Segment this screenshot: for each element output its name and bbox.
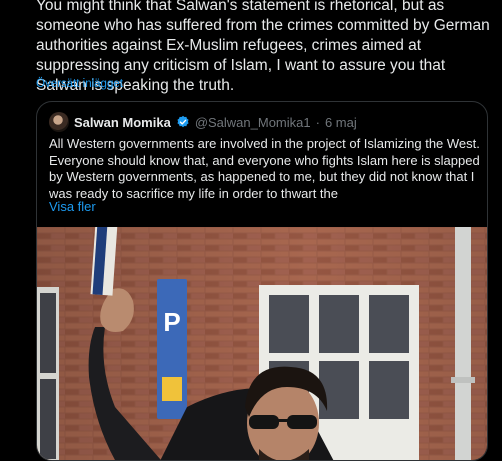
separator-dot: · [315,114,320,130]
quoted-post-text: All Western governments are involved in … [49,136,480,201]
quoted-post-photo[interactable]: P [37,227,487,460]
author-name[interactable]: Salwan Momika [74,115,171,130]
author-handle[interactable]: @Salwan_Momika1 [195,115,311,130]
translate-post-link[interactable]: Översätt inlägget [36,78,123,90]
verified-badge-icon [177,115,189,128]
post-date[interactable]: 6 maj [325,115,357,130]
quoted-post-header: Salwan Momika @Salwan_Momika1 · 6 maj [49,112,357,132]
show-more-link[interactable]: Visa fler [49,199,96,214]
photo-illustration: P [37,227,487,460]
quoted-post-card[interactable]: Salwan Momika @Salwan_Momika1 · 6 maj Al… [36,101,488,461]
avatar[interactable] [49,112,69,132]
parking-sign-letter: P [163,307,180,337]
